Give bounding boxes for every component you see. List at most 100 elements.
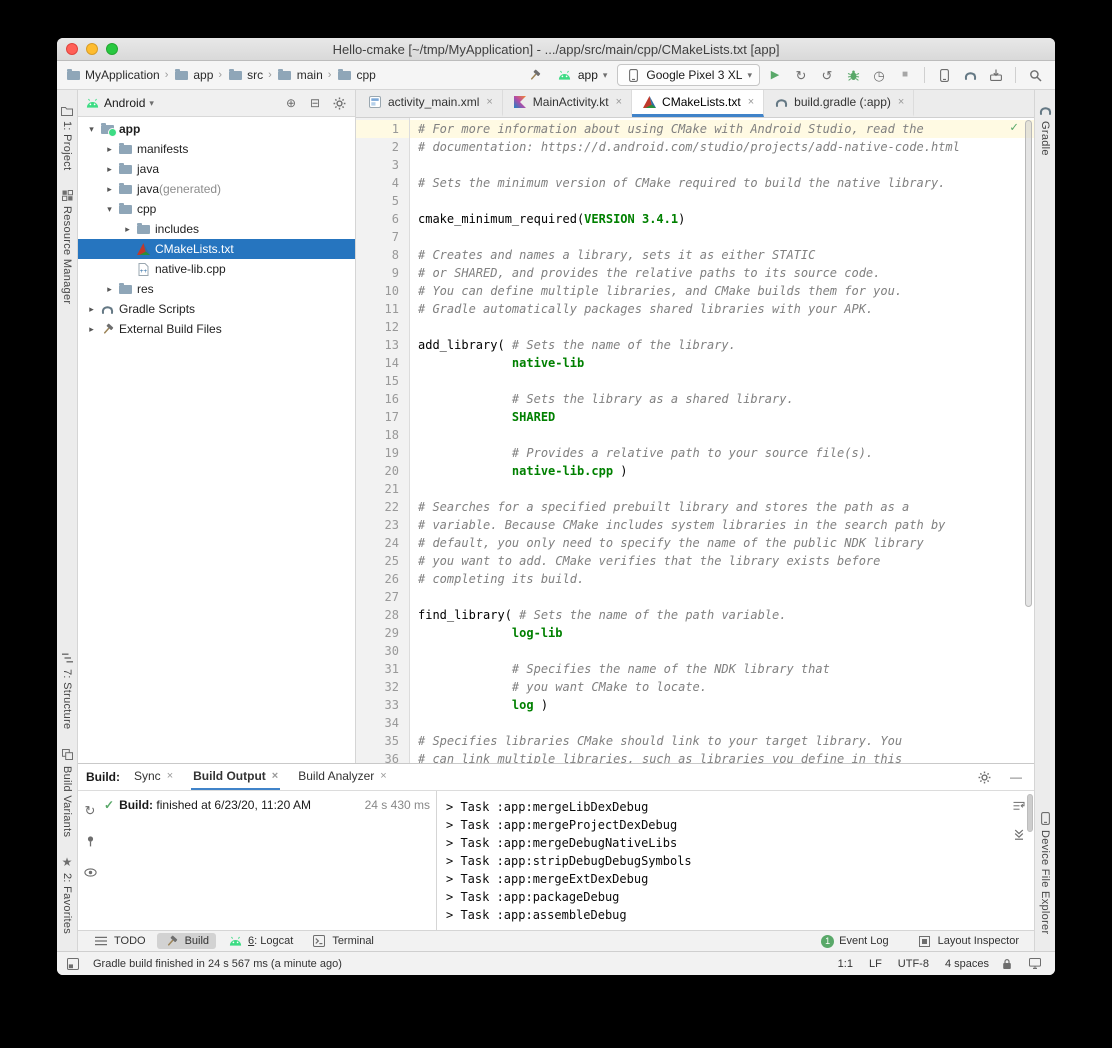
- build-console[interactable]: > Task :app:mergeLibDexDebug > Task :app:…: [437, 791, 1034, 924]
- build-tab-Sync[interactable]: Sync ×: [132, 764, 175, 790]
- locate-file-button[interactable]: ⊕: [281, 93, 301, 113]
- tree-item-java[interactable]: ▸ java: [78, 159, 355, 179]
- close-window-button[interactable]: [66, 43, 78, 55]
- close-tab-icon[interactable]: ×: [616, 96, 622, 108]
- tool-stripe-Build Variants[interactable]: Build Variants: [59, 748, 75, 837]
- build-tab-Build Output[interactable]: Build Output ×: [191, 764, 281, 790]
- toolwindow-button-TODO[interactable]: TODO: [86, 933, 153, 949]
- build-status-row[interactable]: ✓ Build: finished at 6/23/20, 11:20 AM 2…: [104, 798, 432, 812]
- close-tab-icon[interactable]: ×: [167, 770, 173, 782]
- tree-item-Gradle Scripts[interactable]: ▸ Gradle Scripts: [78, 299, 355, 319]
- build-tab-Build Analyzer[interactable]: Build Analyzer ×: [296, 764, 388, 790]
- tree-item-label: includes: [155, 222, 200, 236]
- debug-button[interactable]: [841, 64, 865, 86]
- run-config-selector[interactable]: app ▾: [550, 64, 615, 86]
- sync-gradle-button[interactable]: [958, 64, 982, 86]
- toolwindow-button-Event Log[interactable]: 1 Event Log: [814, 933, 896, 949]
- tool-stripe-Device File Explorer[interactable]: Device File Explorer: [1037, 812, 1053, 934]
- toolwindow-switcher-button[interactable]: [63, 954, 83, 974]
- tree-item-native-lib.cpp[interactable]: ++ native-lib.cpp: [78, 259, 355, 279]
- chevron-right-icon[interactable]: ▸: [102, 284, 117, 295]
- editor[interactable]: 1 2 3 4 5 6 7 8 9 10 11 12 13 14 15 16 17 18 19 20 21 22 23 24 2…: [356, 118, 1034, 763]
- device-manager-button[interactable]: [932, 64, 956, 86]
- status-indicator-LF[interactable]: LF: [869, 958, 882, 970]
- chevron-right-icon[interactable]: ▸: [120, 224, 135, 235]
- status-indicator-4 spaces[interactable]: 4 spaces: [945, 958, 989, 970]
- chevron-down-icon[interactable]: ▾: [84, 124, 99, 135]
- tree-item-External Build Files[interactable]: ▸ External Build Files: [78, 319, 355, 339]
- tree-item-res[interactable]: ▸ res: [78, 279, 355, 299]
- editor-scrollbar[interactable]: [1024, 120, 1033, 761]
- line-number: 22: [384, 500, 399, 514]
- toolwindow-button-6: Logcat[interactable]: 6: Logcat: [220, 933, 300, 949]
- tree-item-includes[interactable]: ▸ includes: [78, 219, 355, 239]
- close-tab-icon[interactable]: ×: [898, 96, 904, 108]
- collapse-all-button[interactable]: ⊟: [305, 93, 325, 113]
- titlebar[interactable]: Hello-cmake [~/tmp/MyApplication] - .../…: [57, 38, 1055, 61]
- fullscreen-window-button[interactable]: [106, 43, 118, 55]
- status-widget-button[interactable]: [1025, 954, 1045, 974]
- tab-build.gradle (:app)[interactable]: build.gradle (:app) ×: [764, 90, 915, 117]
- make-project-button[interactable]: [523, 64, 547, 86]
- close-tab-icon[interactable]: ×: [380, 770, 386, 782]
- tree-item-manifests[interactable]: ▸ manifests: [78, 139, 355, 159]
- apply-changes-button[interactable]: ↻: [789, 64, 813, 86]
- toolwindow-button-Layout Inspector[interactable]: Layout Inspector: [910, 933, 1026, 949]
- toolwindow-button-Build[interactable]: Build: [156, 933, 217, 949]
- editor-scrollbar-thumb[interactable]: [1025, 120, 1032, 608]
- tree-item-app[interactable]: ▾ app: [78, 119, 355, 139]
- tool-stripe-Gradle[interactable]: Gradle: [1037, 103, 1053, 156]
- project-settings-button[interactable]: [329, 93, 349, 113]
- run-button[interactable]: ▶: [763, 64, 787, 86]
- editor-code[interactable]: # For more information about using CMake…: [410, 118, 1034, 763]
- breadcrumb-item-cpp[interactable]: cpp: [336, 68, 376, 82]
- restart-build-button[interactable]: ↻: [80, 800, 100, 820]
- close-tab-icon[interactable]: ×: [748, 96, 754, 108]
- folder-icon: [336, 68, 352, 82]
- line-number: 3: [391, 158, 399, 172]
- toolwindow-button-Terminal[interactable]: Terminal: [304, 933, 381, 949]
- stop-button[interactable]: ■: [893, 64, 917, 86]
- inspections-ok-icon[interactable]: ✓: [1010, 120, 1018, 135]
- breadcrumb-item-MyApplication[interactable]: MyApplication: [65, 68, 160, 82]
- tool-stripe-Resource Manager[interactable]: Resource Manager: [59, 188, 75, 305]
- status-indicator-1:1[interactable]: 1:1: [838, 958, 853, 970]
- breadcrumb-item-src[interactable]: src: [227, 68, 263, 82]
- filter-eye-button[interactable]: [80, 862, 100, 882]
- status-message[interactable]: Gradle build finished in 24 s 567 ms (a …: [93, 958, 342, 970]
- minimize-window-button[interactable]: [86, 43, 98, 55]
- pin-button[interactable]: [80, 831, 100, 851]
- device-selector[interactable]: Google Pixel 3 XL ▾: [617, 64, 760, 86]
- tab-activity_main.xml[interactable]: activity_main.xml ×: [358, 90, 503, 117]
- chevron-right-icon[interactable]: ▸: [102, 144, 117, 155]
- tree-item-java[interactable]: ▸ java (generated): [78, 179, 355, 199]
- sdk-manager-button[interactable]: [984, 64, 1008, 86]
- console-scrollbar[interactable]: [1026, 794, 1034, 927]
- build-status-panel[interactable]: ✓ Build: finished at 6/23/20, 11:20 AM 2…: [102, 791, 436, 930]
- close-tab-icon[interactable]: ×: [486, 96, 492, 108]
- chevron-right-icon[interactable]: ▸: [102, 164, 117, 175]
- breadcrumb-item-app[interactable]: app: [173, 68, 213, 82]
- tool-stripe-7: Structure[interactable]: 7: Structure: [59, 651, 75, 730]
- tab-CMakeLists.txt[interactable]: CMakeLists.txt ×: [632, 90, 765, 117]
- project-view-selector[interactable]: Android: [104, 96, 145, 110]
- close-tab-icon[interactable]: ×: [272, 770, 278, 782]
- tool-stripe-2: Favorites[interactable]: ★ 2: Favorites: [59, 855, 75, 934]
- tree-item-CMakeLists.txt[interactable]: CMakeLists.txt: [78, 239, 355, 259]
- tab-MainActivity.kt[interactable]: MainActivity.kt ×: [503, 90, 633, 117]
- chevron-right-icon[interactable]: ▸: [84, 324, 99, 335]
- breadcrumb-item-main[interactable]: main: [277, 68, 323, 82]
- chevron-down-icon[interactable]: ▾: [102, 204, 117, 215]
- profile-button[interactable]: ◷: [867, 64, 891, 86]
- search-button[interactable]: [1023, 64, 1047, 86]
- status-indicator-UTF-8[interactable]: UTF-8: [898, 958, 929, 970]
- chevron-right-icon[interactable]: ▸: [102, 184, 117, 195]
- apply-code-changes-button[interactable]: ↺: [815, 64, 839, 86]
- chevron-right-icon[interactable]: ▸: [84, 304, 99, 315]
- hide-build-panel-button[interactable]: —: [1006, 767, 1026, 787]
- build-settings-button[interactable]: [974, 767, 994, 787]
- tool-stripe-1: Project[interactable]: 1: Project: [59, 103, 75, 170]
- tree-item-cpp[interactable]: ▾ cpp: [78, 199, 355, 219]
- console-scrollbar-thumb[interactable]: [1027, 794, 1033, 832]
- lock-button[interactable]: [997, 954, 1017, 974]
